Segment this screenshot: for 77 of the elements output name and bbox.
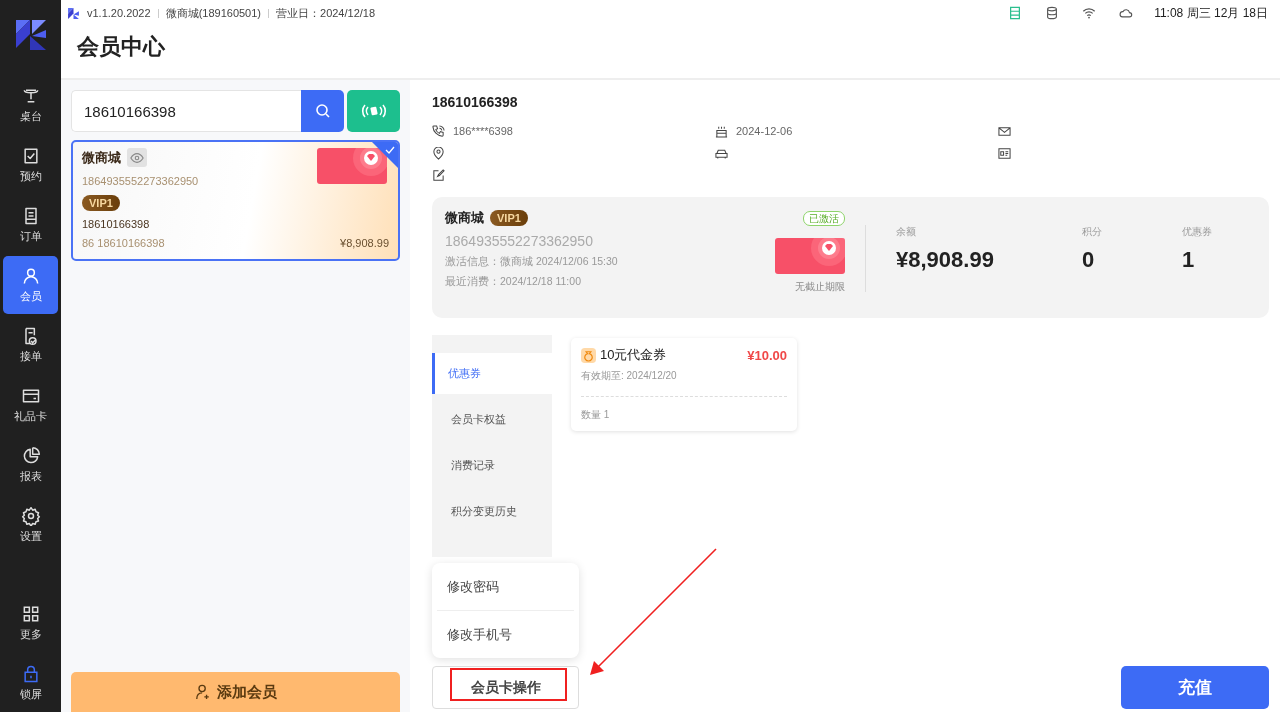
sidebar-item[interactable]: 桌台: [3, 76, 58, 134]
add-member-button[interactable]: 添加会员: [71, 672, 400, 712]
sidebar-item[interactable]: 礼品卡: [3, 376, 58, 434]
side-tab[interactable]: 会员卡权益: [432, 399, 552, 440]
birthday: 2024-12-06: [736, 125, 793, 137]
store-name: 微商城(189160501): [165, 5, 261, 21]
stat-value: 0: [1082, 247, 1096, 273]
card-number: 1864935552273362950: [445, 233, 594, 249]
sidebar-item[interactable]: 设置: [3, 496, 58, 554]
card-icon: [20, 386, 41, 406]
search-button[interactable]: [301, 90, 344, 132]
member-phone: 86 18610166398: [82, 236, 165, 251]
phone-number: 186****6398: [453, 125, 513, 137]
sidebar-item[interactable]: 更多: [3, 594, 58, 652]
card-number: 1864935552273362950: [82, 175, 200, 187]
card-actions-button[interactable]: 会员卡操作: [432, 666, 579, 709]
app-logo: [67, 6, 80, 20]
last-spend-info: 最近消费：2024/12/18 11:00: [445, 275, 582, 289]
sidebar-item[interactable]: 会员: [3, 256, 58, 314]
member-phone: 18610166398: [82, 218, 151, 230]
business-day: 营业日：2024/12/18: [276, 5, 376, 21]
search-field[interactable]: 18610166398: [71, 90, 301, 132]
side-tab[interactable]: 消费记录: [432, 445, 552, 486]
coupon-name: 10元代金券: [600, 346, 667, 364]
menu-item[interactable]: 修改密码: [437, 563, 574, 610]
cloud-icon: [1119, 6, 1134, 20]
server-icon: [1008, 6, 1023, 20]
side-tab[interactable]: 积分变更历史: [432, 491, 552, 532]
side-tab[interactable]: 优惠券: [432, 353, 552, 394]
page-title: 会员中心: [77, 33, 166, 61]
coupon-expiry: 有效期至: 2024/12/20: [581, 369, 787, 397]
sidebar-item[interactable]: 接单: [3, 316, 58, 374]
member-title: 18610166398: [432, 94, 519, 110]
selected-check-icon: [372, 142, 398, 168]
stat-label: 积分: [1082, 225, 1103, 239]
activation-info: 激活信息：微商城 2024/12/06 15:30: [445, 255, 619, 269]
database-icon: [1045, 6, 1060, 20]
system-clock: 11:08 周三 12月 18日: [1154, 4, 1268, 22]
status-tag: 已激活: [803, 210, 845, 226]
eye-icon: [130, 150, 144, 165]
card-picture-icon: [775, 238, 845, 274]
settings-icon: [20, 506, 41, 526]
card-balance: ¥8,908.99: [340, 236, 389, 251]
stat-label: 余额: [896, 225, 917, 239]
show-button[interactable]: [127, 148, 147, 167]
stat-value: 1: [1182, 247, 1196, 273]
location-icon: [432, 146, 445, 160]
mail-icon: [998, 124, 1011, 138]
add-user-icon: [194, 684, 211, 700]
vip-badge: VIP1: [490, 210, 528, 226]
card-name: 微商城: [445, 209, 484, 227]
card-reader-button[interactable]: [347, 90, 400, 132]
sidebar-item[interactable]: 锁屏: [3, 654, 58, 712]
coupon-quantity: 数量 1: [581, 408, 611, 422]
sidebar-item[interactable]: 报表: [3, 436, 58, 494]
money-bag-icon: [581, 347, 596, 363]
coupon-amount: ¥10.00: [747, 347, 787, 363]
member-card[interactable]: 微商城 1864935552273362950 VIP1 18610166398 86 18610166398 ¥8,908.99: [71, 140, 400, 261]
sidebar-item[interactable]: 预约: [3, 136, 58, 194]
search-icon: [314, 103, 331, 119]
stat-label: 优惠券: [1182, 225, 1212, 239]
app-version: v1.1.20.2022: [87, 7, 151, 19]
wifi-icon: [1082, 6, 1097, 20]
menu-item[interactable]: 修改手机号: [437, 610, 574, 658]
cake-icon: [715, 124, 728, 138]
id-card-icon: [998, 146, 1011, 160]
nfc-icon: [359, 103, 388, 119]
phone-icon: [432, 124, 445, 138]
member-name: 微商城: [82, 148, 121, 167]
vip-badge: VIP1: [82, 195, 120, 211]
recharge-button[interactable]: 充值: [1121, 666, 1269, 709]
app-logo: [13, 18, 48, 52]
stat-value: ¥8,908.99: [896, 247, 995, 273]
validity-text: 无截止期限: [795, 280, 845, 294]
sidebar-item[interactable]: 订单: [3, 196, 58, 254]
card-picture-icon: [317, 148, 387, 184]
edit-icon: [432, 168, 445, 182]
